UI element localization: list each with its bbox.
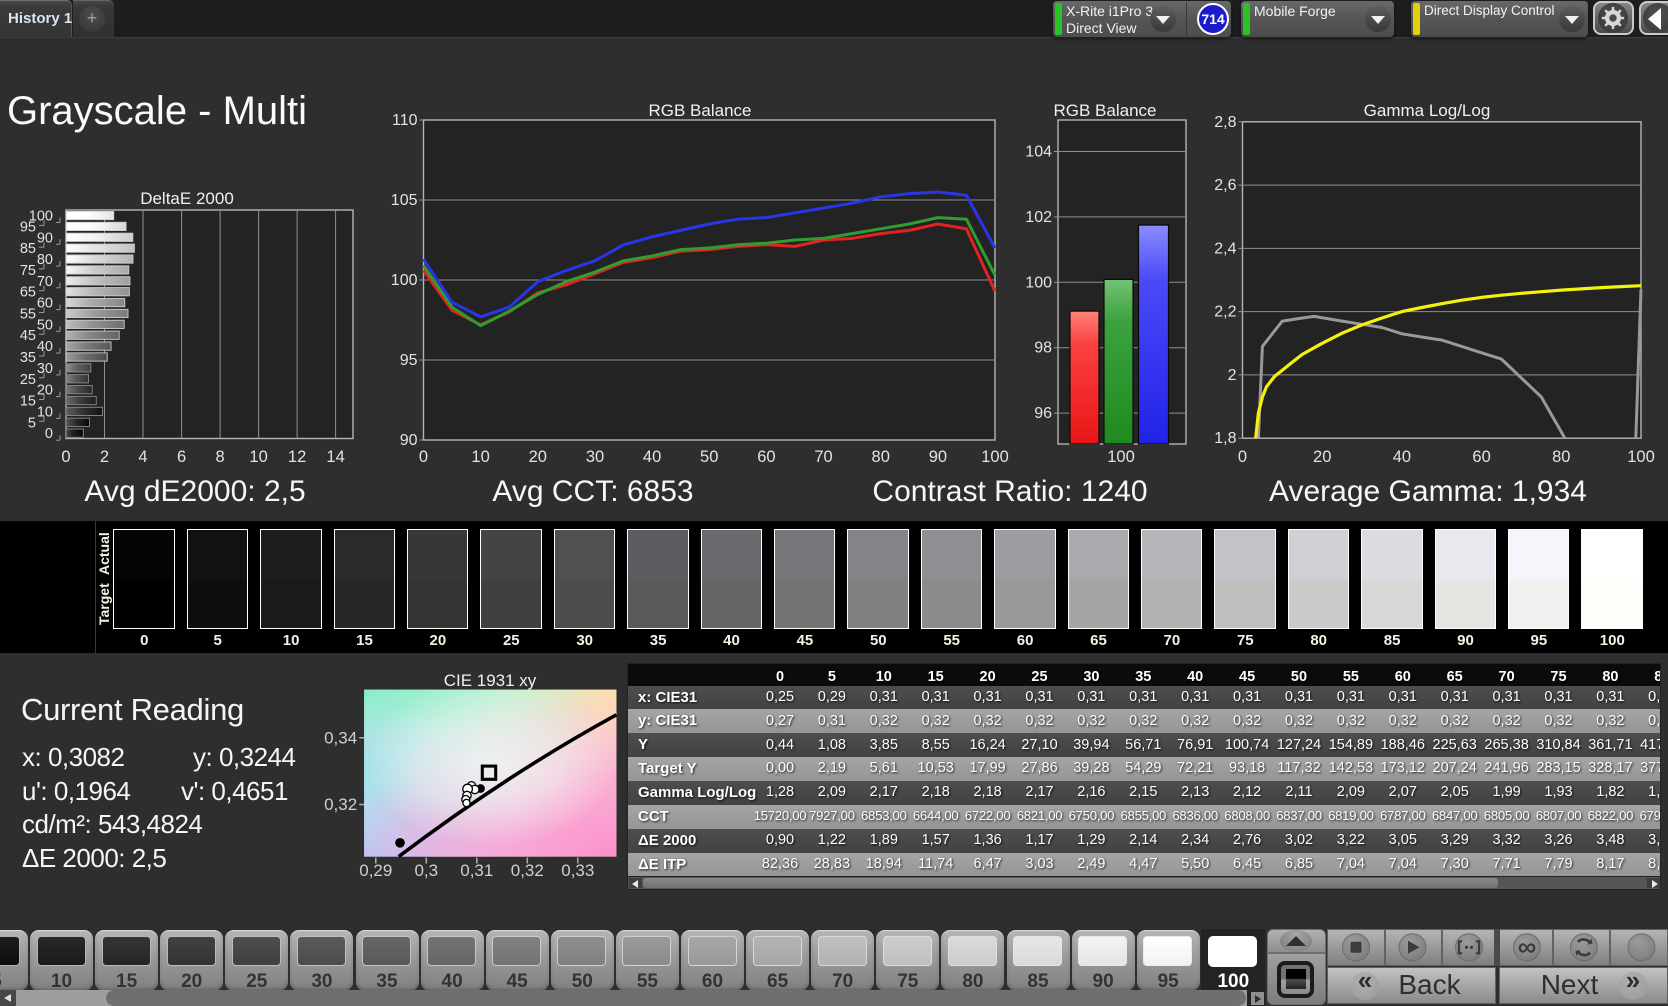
svg-text:∞: ∞ bbox=[1518, 932, 1537, 962]
